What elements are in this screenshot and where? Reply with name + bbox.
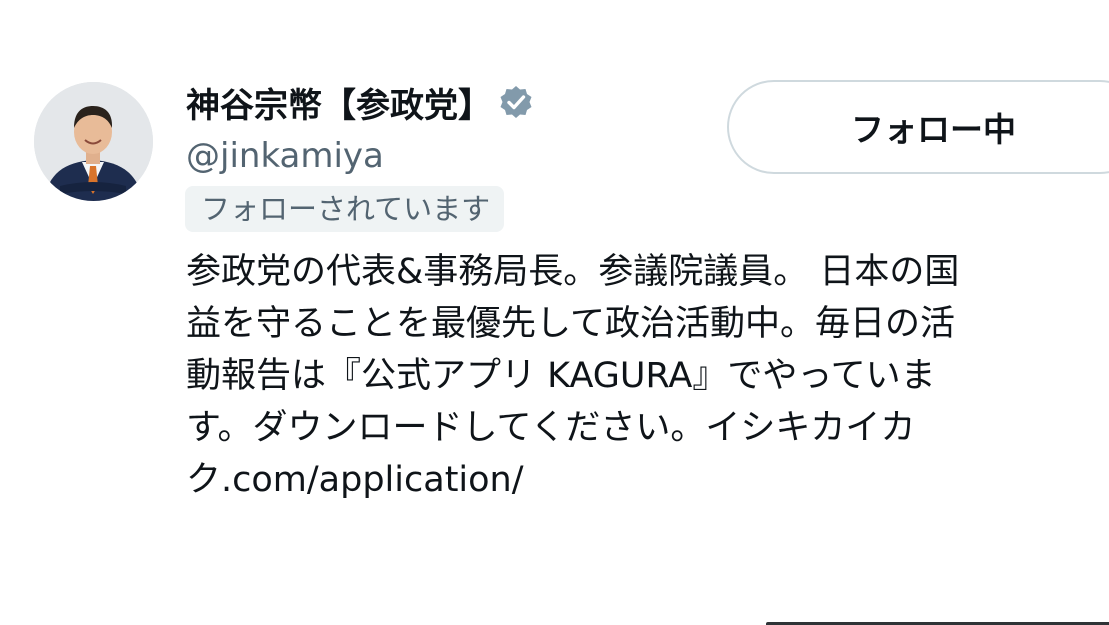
avatar[interactable]: [34, 82, 153, 201]
handle[interactable]: @jinkamiya: [186, 136, 384, 176]
follows-you-badge: フォローされています: [185, 186, 505, 232]
bio-line: 動報告は『公式アプリ KAGURA』でやっていま: [186, 356, 936, 396]
bio-line: 益を守ることを最優先して政治活動中。毎日の活: [186, 304, 955, 344]
bio: 参政党の代表&事務局長。参議院議員。 日本の国 益を守ることを最優先して政治活動…: [186, 246, 1109, 506]
display-name[interactable]: 神谷宗幣【参政党】: [186, 78, 492, 127]
following-button[interactable]: フォロー中: [727, 80, 1109, 174]
profile-card: 神谷宗幣【参政党】 @jinkamiya フォローされています フォロー中 参政…: [0, 0, 1109, 625]
avatar-image: [34, 82, 153, 201]
bio-link[interactable]: ク.com/application/: [186, 454, 1109, 506]
name-row: 神谷宗幣【参政党】: [186, 78, 534, 127]
verified-badge-icon[interactable]: [498, 84, 534, 120]
bio-line: す。ダウンロードしてください。イシキカイカ: [186, 408, 916, 448]
bio-line: 参政党の代表&事務局長。参議院議員。 日本の国: [186, 252, 960, 292]
